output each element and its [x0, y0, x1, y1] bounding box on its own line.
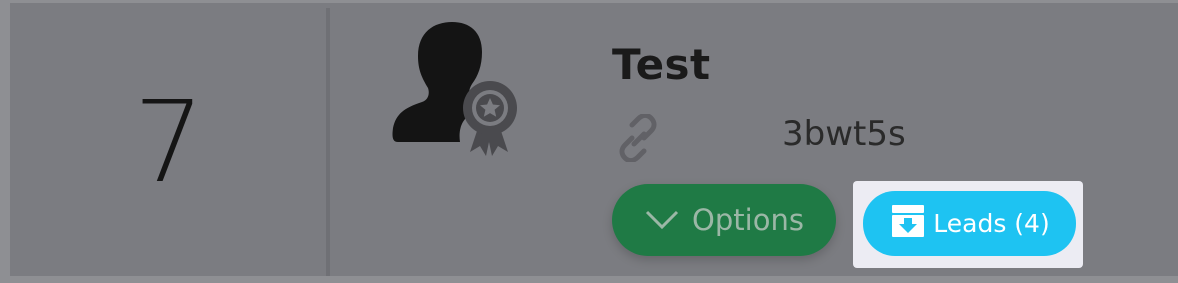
lead-title: Test — [612, 40, 711, 89]
user-award-icon — [392, 22, 517, 156]
short-code: 3bwt5s — [782, 114, 906, 154]
column-divider — [326, 8, 330, 276]
lead-row: 7 Test 3bwt5s Options Leads (4) — [0, 0, 1178, 283]
rank-number: 7 — [133, 78, 204, 208]
row-border-bottom — [0, 276, 1178, 283]
link-icon — [619, 114, 657, 162]
options-label: Options — [692, 203, 804, 237]
chevron-down-icon — [645, 210, 679, 230]
inbox-download-icon — [892, 204, 925, 237]
row-border-left — [0, 0, 10, 283]
leads-button[interactable]: Leads (4) — [863, 191, 1076, 256]
leads-label: Leads (4) — [933, 209, 1050, 238]
options-button[interactable]: Options — [612, 184, 836, 256]
